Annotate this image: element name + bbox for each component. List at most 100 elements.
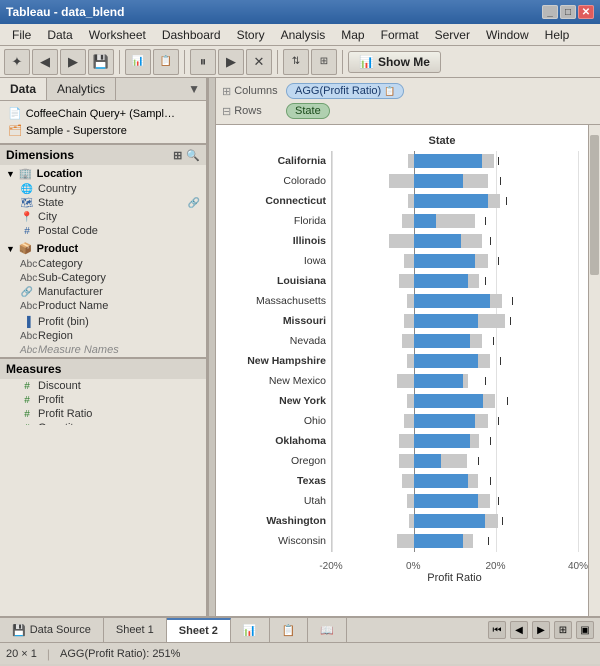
y-label-1: Colorado [226,171,331,191]
x-tick-neg20: -20% [319,561,342,572]
bar-row-4 [332,231,578,251]
chart-scrollbar[interactable] [588,125,600,616]
menu-map[interactable]: Map [333,26,372,44]
field-country[interactable]: 🌐 Country [0,182,206,196]
toolbar-new[interactable]: ✦ [4,49,30,75]
bottom-tabs: 💾 Data Source Sheet 1 Sheet 2 📊 📋 📖 ⏮ ◀ … [0,616,600,642]
toolbar-back[interactable]: ◀ [32,49,58,75]
nav-grid[interactable]: ⊞ [554,621,572,639]
y-label-12: New York [226,391,331,411]
bar-row-7 [332,291,578,311]
field-region[interactable]: Abc Region [0,329,206,343]
field-postal[interactable]: # Postal Code [0,224,206,238]
measure-profit[interactable]: # Profit [0,393,206,407]
tab-new-sheet[interactable]: 📊 [231,618,270,642]
tab-analytics[interactable]: Analytics [47,78,116,100]
field-country-label: Country [38,183,77,195]
menu-window[interactable]: Window [478,26,537,44]
panel-tab-arrow[interactable]: ▼ [182,78,206,100]
product-group-header[interactable]: ▼ 📦 Product [0,240,206,257]
datasource-coffeechain[interactable]: 📄 CoffeeChain Query+ (Sample ... [4,105,202,122]
bar-blue-7 [414,294,490,308]
status-bar: 20 × 1 | AGG(Profit Ratio): 251% [0,642,600,664]
scrollbar-thumb[interactable] [590,135,599,275]
menu-help[interactable]: Help [537,26,578,44]
toolbar-run[interactable]: ▶ [218,49,244,75]
measure-discount[interactable]: # Discount [0,379,206,393]
toolbar-clear[interactable]: ✕ [246,49,272,75]
show-me-button[interactable]: 📊 Show Me [348,51,441,73]
link-icon: 🔗 [188,198,200,209]
datasource-superstore[interactable]: 🗂 Sample - Superstore [4,122,202,139]
menu-analysis[interactable]: Analysis [273,26,334,44]
tab-new-dashboard[interactable]: 📋 [270,618,309,642]
whisker-11 [485,377,486,385]
close-button[interactable]: ✕ [578,5,594,19]
field-productname[interactable]: Abc Product Name [0,299,206,313]
measure-quantity[interactable]: # Quantity [0,421,206,425]
field-productname-label: Product Name [38,300,108,312]
bar-gray-3 [402,214,476,228]
toolbar-new-sheet[interactable]: 📋 [153,49,179,75]
rows-pill[interactable]: State [286,103,330,119]
bar-blue-13 [414,414,476,428]
toolbar-sort[interactable]: ⇅ [283,49,309,75]
bar-blue-10 [414,354,478,368]
tab-new-story[interactable]: 📖 [308,618,347,642]
columns-pill-icon: 📋 [384,86,395,97]
minimize-button[interactable]: _ [542,5,558,19]
field-category[interactable]: Abc Category [0,257,206,271]
nav-prev[interactable]: ◀ [510,621,528,639]
toolbar-datasource[interactable]: 📊 [125,49,151,75]
chart-body: CaliforniaColoradoConnecticutFloridaIlli… [226,151,578,552]
search-icon[interactable]: 🔍 [186,149,200,162]
menu-file[interactable]: File [4,26,39,44]
measures-header: Measures [0,358,206,379]
whisker-3 [485,217,486,225]
field-state[interactable]: 🗺 State 🔗 [0,196,206,210]
field-measurenames-label: Measure Names [38,344,119,356]
menu-data[interactable]: Data [39,26,80,44]
tab-data[interactable]: Data [0,78,47,100]
bar-row-17 [332,491,578,511]
hierarchy-icon: 🏢 [19,167,33,180]
field-manufacturer[interactable]: 🔗 Manufacturer [0,285,206,299]
x-axis-label: Profit Ratio [331,572,578,584]
nav-present[interactable]: ▣ [576,621,594,639]
chart-header: State [306,135,578,147]
whisker-6 [485,277,486,285]
field-city[interactable]: 📍 City [0,210,206,224]
menu-server[interactable]: Server [427,26,478,44]
toolbar-save[interactable]: 💾 [88,49,114,75]
resize-handle[interactable] [208,78,216,616]
nav-next[interactable]: ▶ [532,621,550,639]
bar-row-10 [332,351,578,371]
menu-worksheet[interactable]: Worksheet [81,26,154,44]
grid-icon[interactable]: ⊞ [173,149,182,162]
tab-datasource[interactable]: 💾 Data Source [0,618,104,642]
bar-row-15 [332,451,578,471]
product-label: Product [37,243,79,255]
bar-blue-14 [414,434,471,448]
field-city-label: City [38,211,57,223]
location-group-header[interactable]: ▼ 🏢 Location [0,165,206,182]
field-measurenames[interactable]: Abc Measure Names [0,343,206,357]
menu-format[interactable]: Format [373,26,427,44]
toolbar-forward[interactable]: ▶ [60,49,86,75]
tab-sheet2[interactable]: Sheet 2 [167,618,231,642]
field-region-label: Region [38,330,73,342]
product-hierarchy-icon: 📦 [19,242,33,255]
toolbar-pause[interactable]: ⏸ [190,49,216,75]
toolbar-group[interactable]: ⊞ [311,49,337,75]
nav-first[interactable]: ⏮ [488,621,506,639]
menu-dashboard[interactable]: Dashboard [154,26,229,44]
tab-sheet1[interactable]: Sheet 1 [104,618,167,642]
measure-profitratio[interactable]: # Profit Ratio [0,407,206,421]
bar-blue-17 [414,494,478,508]
field-profitbin[interactable]: ▐ Profit (bin) [0,315,206,329]
maximize-button[interactable]: □ [560,5,576,19]
columns-pill[interactable]: AGG(Profit Ratio) 📋 [286,83,404,99]
menu-story[interactable]: Story [229,26,273,44]
field-subcategory[interactable]: Abc Sub-Category [0,271,206,285]
separator-1 [119,50,120,74]
